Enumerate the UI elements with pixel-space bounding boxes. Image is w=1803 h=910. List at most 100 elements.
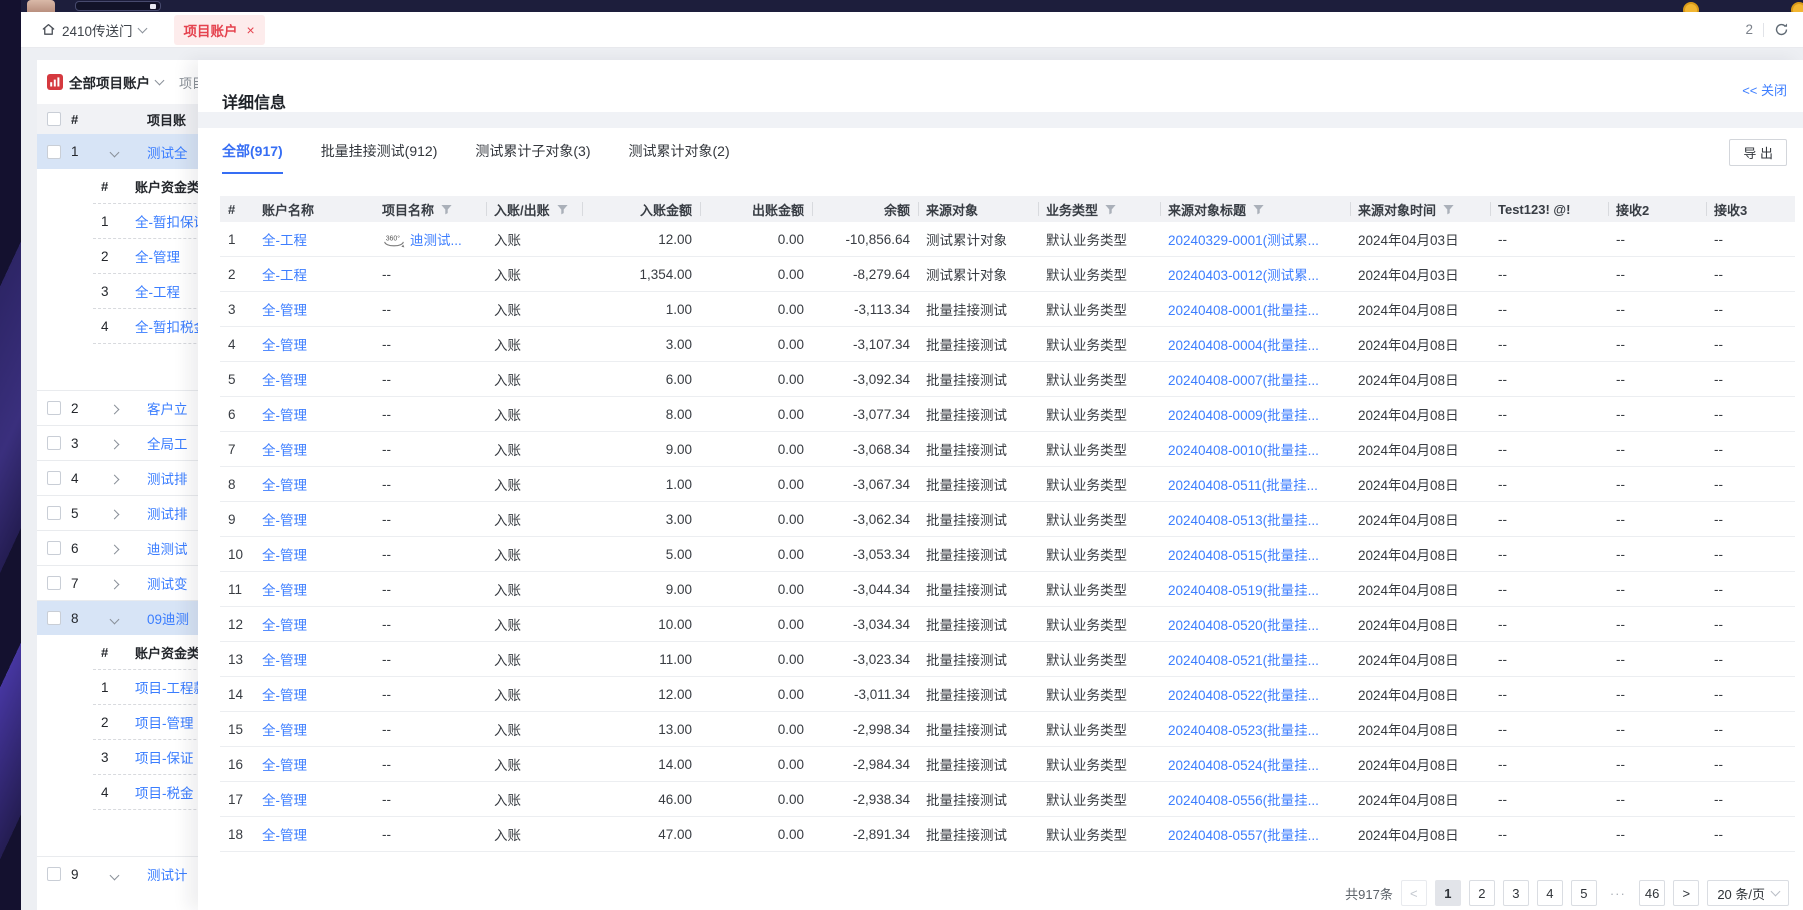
cell-link[interactable]: 20240408-0556(批量挂... <box>1160 789 1350 809</box>
project-link[interactable]: 迪测试... <box>410 233 462 248</box>
row-checkbox[interactable] <box>47 506 61 520</box>
view-360-icon[interactable]: 360° <box>382 233 406 248</box>
cell-link[interactable]: 20240408-0558(批量挂... <box>1160 859 1350 862</box>
page-button-3[interactable]: 3 <box>1503 880 1529 906</box>
tab-item[interactable]: 批量挂接测试(912) <box>321 141 438 174</box>
page-button-4[interactable]: 4 <box>1537 880 1563 906</box>
cell-link[interactable]: 20240408-0521(批量挂... <box>1160 649 1350 669</box>
account-link[interactable]: 测试变 <box>147 573 198 593</box>
row-checkbox[interactable] <box>47 471 61 485</box>
chevron-down-icon[interactable] <box>155 76 165 86</box>
cell-link[interactable]: 20240403-0012(测试累... <box>1160 264 1350 284</box>
fund-type-link[interactable]: 全-管理 <box>135 246 198 266</box>
panel-close-link[interactable]: << 关闭 <box>1742 80 1787 99</box>
account-link[interactable]: 测试计 <box>147 864 198 884</box>
export-button[interactable]: 导 出 <box>1729 139 1787 166</box>
expand-icon[interactable] <box>111 541 147 556</box>
cell-link[interactable]: 20240408-0009(批量挂... <box>1160 404 1350 424</box>
fund-type-row[interactable]: 1全-暂扣保证 <box>93 204 198 239</box>
fund-type-row[interactable]: 2全-管理 <box>93 239 198 274</box>
fund-type-row[interactable]: 4项目-税金 <box>93 775 198 810</box>
sidebar-account-row[interactable]: 4测试排 <box>37 460 198 495</box>
page-button-1[interactable]: 1 <box>1435 880 1461 906</box>
expand-icon[interactable] <box>111 436 147 451</box>
sidebar-account-row[interactable]: 5测试排 <box>37 495 198 530</box>
fund-type-link[interactable]: 项目-工程款 <box>135 677 198 697</box>
cell-link[interactable]: 全-管理 <box>254 789 374 809</box>
filter-icon[interactable] <box>440 203 453 216</box>
cell-link[interactable]: 全-管理 <box>254 754 374 774</box>
cell-link[interactable]: 全-管理 <box>254 859 374 862</box>
row-checkbox[interactable] <box>47 401 61 415</box>
cell-link[interactable]: 20240408-0513(批量挂... <box>1160 509 1350 529</box>
page-button-2[interactable]: 2 <box>1469 880 1495 906</box>
refresh-icon[interactable] <box>1774 22 1789 37</box>
cell-link[interactable]: 20240329-0001(测试累... <box>1160 229 1350 249</box>
cell-link[interactable]: 全-管理 <box>254 544 374 564</box>
cell-link[interactable]: 20240408-0523(批量挂... <box>1160 719 1350 739</box>
cell-link[interactable]: 20240408-0519(批量挂... <box>1160 579 1350 599</box>
cell-link[interactable]: 20240408-0522(批量挂... <box>1160 684 1350 704</box>
sidebar-account-row[interactable]: 9测试计 <box>37 856 198 891</box>
filter-icon[interactable] <box>556 203 569 216</box>
fund-type-link[interactable]: 项目-管理 <box>135 712 198 732</box>
cell-link[interactable]: 全-管理 <box>254 299 374 319</box>
account-link[interactable]: 全局工 <box>147 433 198 453</box>
fund-type-row[interactable]: 2项目-管理 <box>93 705 198 740</box>
expand-icon[interactable] <box>111 576 147 591</box>
account-link[interactable]: 测试排 <box>147 468 198 488</box>
fund-type-link[interactable]: 项目-保证 <box>135 747 198 767</box>
next-page-button[interactable]: > <box>1673 880 1699 906</box>
tab-item[interactable]: 测试累计对象(2) <box>629 141 730 174</box>
sidebar-account-row[interactable]: 1测试全 <box>37 134 198 169</box>
cell-link[interactable]: 全-管理 <box>254 334 374 354</box>
account-link[interactable]: 测试全 <box>147 142 198 162</box>
sidebar-account-row[interactable]: 6迪测试 <box>37 530 198 565</box>
cell-link[interactable]: 20240408-0520(批量挂... <box>1160 614 1350 634</box>
cell-link[interactable]: 20240408-0004(批量挂... <box>1160 334 1350 354</box>
home-tab[interactable]: 2410传送门 <box>41 20 146 40</box>
prev-page-button[interactable]: < <box>1401 880 1427 906</box>
cell-link[interactable]: 全-管理 <box>254 824 374 844</box>
collapse-icon[interactable] <box>111 144 147 159</box>
account-link[interactable]: 迪测试 <box>147 538 198 558</box>
tab-active[interactable]: 全部(917) <box>222 141 283 174</box>
fund-type-link[interactable]: 全-暂扣税金 <box>135 316 198 336</box>
cell-link[interactable]: 全-工程 <box>254 264 374 284</box>
filter-icon[interactable] <box>1104 203 1117 216</box>
cell-link[interactable]: 20240408-0524(批量挂... <box>1160 754 1350 774</box>
row-checkbox[interactable] <box>47 145 61 159</box>
cell-link[interactable]: 360° 迪测试... <box>374 229 486 249</box>
cell-link[interactable]: 20240408-0557(批量挂... <box>1160 824 1350 844</box>
cell-link[interactable]: 全-管理 <box>254 439 374 459</box>
cell-link[interactable]: 全-管理 <box>254 719 374 739</box>
cell-link[interactable]: 全-管理 <box>254 404 374 424</box>
account-link[interactable]: 测试排 <box>147 503 198 523</box>
cell-link[interactable]: 全-管理 <box>254 614 374 634</box>
collapse-icon[interactable] <box>111 611 147 626</box>
cell-link[interactable]: 全-管理 <box>254 369 374 389</box>
collapse-icon[interactable] <box>111 867 147 882</box>
fund-type-row[interactable]: 1项目-工程款 <box>93 670 198 705</box>
page-button-46[interactable]: 46 <box>1639 880 1665 906</box>
expand-icon[interactable] <box>111 471 147 486</box>
cell-link[interactable]: 全-管理 <box>254 579 374 599</box>
cell-link[interactable]: 全-管理 <box>254 649 374 669</box>
cell-link[interactable]: 全-工程 <box>254 229 374 249</box>
sidebar-account-row[interactable]: 2客户立 <box>37 390 198 425</box>
fund-type-row[interactable]: 3项目-保证 <box>93 740 198 775</box>
cell-link[interactable]: 20240408-0515(批量挂... <box>1160 544 1350 564</box>
row-checkbox[interactable] <box>47 867 61 881</box>
cell-link[interactable]: 全-管理 <box>254 509 374 529</box>
page-button-5[interactable]: 5 <box>1571 880 1597 906</box>
avatar[interactable] <box>27 0 55 12</box>
cell-link[interactable]: 20240408-0001(批量挂... <box>1160 299 1350 319</box>
account-link[interactable]: 09迪测 <box>147 608 198 628</box>
tab-project-account[interactable]: 项目账户 × <box>174 15 265 45</box>
expand-icon[interactable] <box>111 506 147 521</box>
fund-type-link[interactable]: 全-工程 <box>135 281 198 301</box>
row-checkbox[interactable] <box>47 576 61 590</box>
cell-link[interactable]: 全-管理 <box>254 474 374 494</box>
sidebar-account-row[interactable]: 3全局工 <box>37 425 198 460</box>
expand-icon[interactable] <box>111 401 147 416</box>
